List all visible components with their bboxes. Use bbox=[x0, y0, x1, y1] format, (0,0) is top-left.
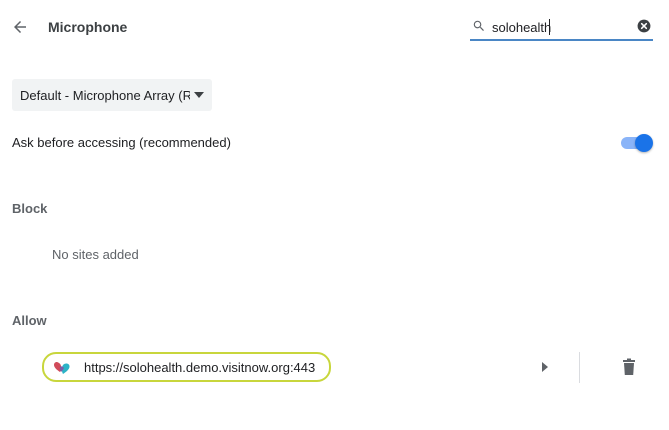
allow-heading: Allow bbox=[12, 313, 47, 328]
search-input[interactable] bbox=[492, 17, 630, 37]
ask-before-accessing-label: Ask before accessing (recommended) bbox=[12, 135, 231, 150]
block-heading: Block bbox=[12, 201, 48, 216]
search-box[interactable] bbox=[470, 15, 653, 41]
ask-before-accessing-toggle[interactable] bbox=[621, 134, 653, 152]
allowed-site-row[interactable]: https://solohealth.demo.visitnow.org:443 bbox=[42, 352, 331, 382]
expand-arrow-icon[interactable] bbox=[541, 362, 549, 372]
device-select-value: Default - Microphone Array (Re bbox=[20, 88, 190, 103]
site-heart-favicon bbox=[54, 361, 70, 374]
search-icon bbox=[473, 20, 484, 31]
site-url: https://solohealth.demo.visitnow.org:443 bbox=[84, 360, 316, 375]
back-button[interactable] bbox=[9, 16, 31, 38]
microphone-device-select[interactable]: Default - Microphone Array (Re bbox=[12, 79, 212, 111]
row-divider bbox=[579, 352, 580, 383]
toggle-knob bbox=[635, 134, 653, 152]
arrow-back-icon bbox=[14, 21, 26, 33]
microphone-settings-page: Microphone Default - Microphone Array (R… bbox=[0, 0, 669, 430]
text-caret bbox=[549, 19, 550, 35]
block-empty-text: No sites added bbox=[52, 247, 139, 262]
dropdown-arrow-icon bbox=[194, 92, 204, 98]
trash-icon[interactable] bbox=[622, 358, 636, 375]
page-title: Microphone bbox=[48, 19, 128, 35]
clear-circle-icon[interactable] bbox=[637, 19, 651, 33]
